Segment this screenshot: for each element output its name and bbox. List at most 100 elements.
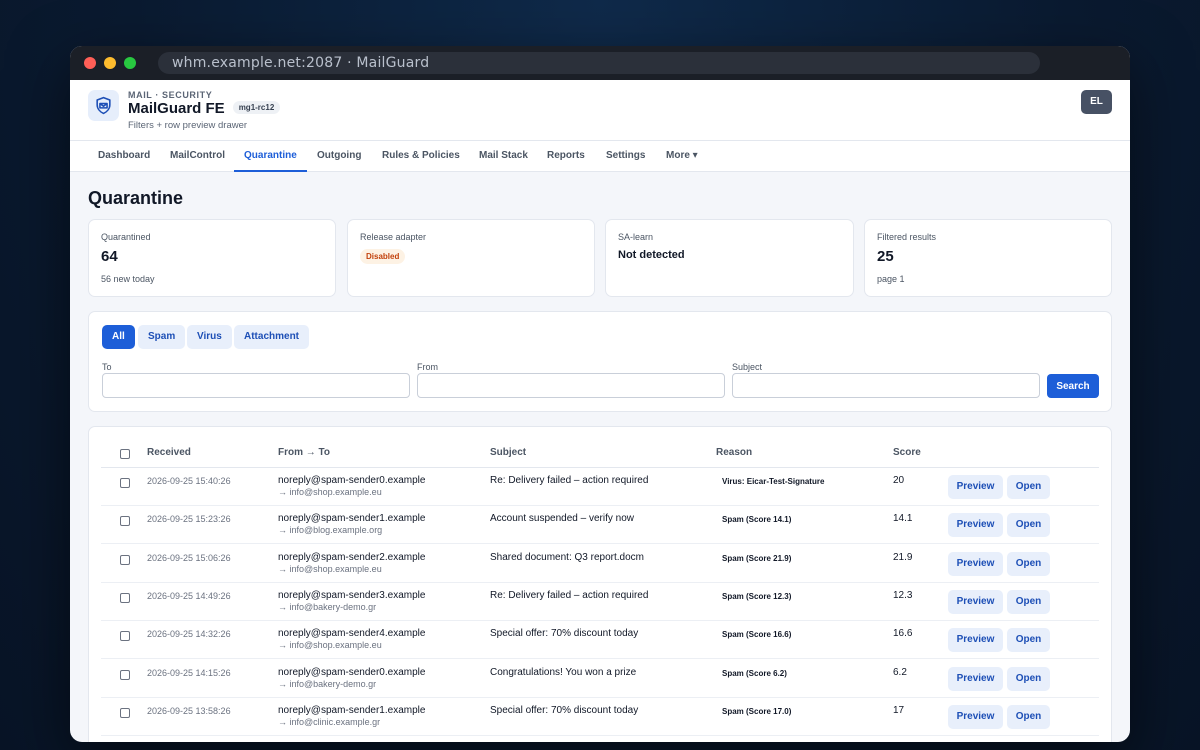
- from-label: From: [417, 362, 438, 372]
- open-button[interactable]: Open: [1007, 589, 1050, 614]
- version-badge: mg1-rc12: [232, 101, 281, 114]
- column-received[interactable]: Received: [147, 447, 191, 458]
- minimize-window-button[interactable]: [104, 57, 116, 69]
- nav-outgoing[interactable]: Outgoing: [307, 141, 371, 172]
- table-row[interactable]: 2026-09-25 14:15:26 noreply@spam-sender0.…: [89, 660, 1111, 698]
- row-divider: [101, 734, 1099, 736]
- preview-button[interactable]: Preview: [948, 704, 1003, 729]
- row-checkbox[interactable]: [120, 554, 130, 565]
- preview-button[interactable]: Preview: [948, 666, 1003, 691]
- nav-more[interactable]: More ▾: [656, 141, 708, 172]
- email-subject: Re: Delivery failed – action required: [490, 589, 649, 601]
- nav-settings[interactable]: Settings: [596, 141, 655, 172]
- quarantine-table: Received From → To Subject Reason Score …: [88, 426, 1112, 742]
- sender-address: noreply@spam-sender4.example: [278, 628, 426, 640]
- spam-score: 16.6: [893, 628, 913, 640]
- card-release-adapter: Release adapter Disabled: [347, 219, 595, 297]
- brand-subtitle: Filters + row preview drawer: [128, 120, 248, 131]
- open-button[interactable]: Open: [1007, 704, 1050, 729]
- preview-button[interactable]: Preview: [948, 589, 1003, 614]
- card-value: 25: [877, 248, 894, 265]
- recipient-address: → info@blog.example.org: [278, 525, 383, 536]
- table-row[interactable]: 2026-09-25 13:58:26 noreply@spam-sender1.…: [89, 698, 1111, 736]
- table-row[interactable]: 2026-09-25 15:23:26 noreply@spam-sender1.…: [89, 506, 1111, 545]
- recipient-address: → info@clinic.example.gr: [278, 716, 381, 727]
- address-bar[interactable]: whm.example.net:2087 · MailGuard: [158, 52, 1040, 74]
- shield-mail-icon: [88, 90, 119, 121]
- row-checkbox[interactable]: [120, 707, 130, 718]
- select-all-checkbox[interactable]: [120, 449, 130, 459]
- received-time: 2026-09-25 13:58:26: [147, 705, 231, 716]
- maximize-window-button[interactable]: [124, 57, 136, 69]
- recipient-address: → info@bakery-demo.gr: [278, 601, 377, 612]
- received-time: 2026-09-25 14:15:26: [147, 667, 231, 678]
- preview-button[interactable]: Preview: [948, 551, 1003, 576]
- window-titlebar: whm.example.net:2087 · MailGuard: [70, 46, 1130, 80]
- email-subject: Re: Delivery failed – action required: [490, 475, 649, 486]
- chip-virus[interactable]: Virus: [187, 325, 232, 349]
- table-row[interactable]: 2026-09-25 15:40:26 noreply@spam-sender0.…: [89, 468, 1111, 506]
- row-checkbox[interactable]: [120, 478, 130, 488]
- close-window-button[interactable]: [84, 57, 96, 69]
- row-checkbox[interactable]: [120, 592, 130, 603]
- open-button[interactable]: Open: [1007, 551, 1050, 576]
- open-button[interactable]: Open: [1007, 666, 1050, 691]
- open-button[interactable]: Open: [1007, 475, 1050, 499]
- nav-reports[interactable]: Reports: [537, 141, 595, 172]
- preview-button[interactable]: Preview: [948, 475, 1003, 499]
- nav-mail-stack[interactable]: Mail Stack: [469, 141, 538, 172]
- chip-attachment[interactable]: Attachment: [234, 325, 310, 349]
- to-input[interactable]: [102, 373, 410, 398]
- column-score[interactable]: Score: [893, 447, 921, 458]
- row-checkbox[interactable]: [120, 516, 130, 527]
- spam-score: 14.1: [893, 513, 913, 525]
- chip-all[interactable]: All: [102, 325, 135, 349]
- preview-button[interactable]: Preview: [948, 513, 1003, 538]
- card-filtered-results: Filtered results 25 page 1: [864, 219, 1112, 297]
- recipient-address: → info@bakery-demo.gr: [278, 678, 377, 689]
- open-button[interactable]: Open: [1007, 513, 1050, 538]
- received-time: 2026-09-25 14:32:26: [147, 629, 231, 640]
- column-from-to[interactable]: From → To: [278, 447, 330, 458]
- spam-score: 6.2: [893, 666, 907, 678]
- card-label: SA-learn: [618, 232, 654, 242]
- preview-button[interactable]: Preview: [948, 628, 1003, 653]
- card-quarantined: Quarantined 64 56 new today: [88, 219, 336, 297]
- spam-score: 12.3: [893, 589, 913, 601]
- spam-score: 21.9: [893, 551, 913, 563]
- row-checkbox[interactable]: [120, 669, 130, 680]
- quarantine-reason: Spam (Score 21.9): [722, 553, 792, 563]
- user-avatar[interactable]: EL: [1081, 90, 1112, 114]
- nav-rules-policies[interactable]: Rules & Policies: [372, 141, 470, 172]
- from-input[interactable]: [417, 373, 725, 398]
- subject-input[interactable]: [732, 373, 1040, 398]
- received-time: 2026-09-25 15:40:26: [147, 476, 231, 486]
- quarantine-reason: Spam (Score 16.6): [722, 630, 792, 640]
- email-subject: Special offer: 70% discount today: [490, 628, 639, 640]
- card-value: Not detected: [618, 249, 685, 261]
- app-header: MAIL · SECURITY MailGuard FE mg1-rc12 Fil…: [70, 80, 1130, 141]
- brand-kicker: MAIL · SECURITY: [128, 90, 213, 100]
- column-reason[interactable]: Reason: [716, 447, 752, 458]
- nav-dashboard[interactable]: Dashboard: [88, 141, 160, 172]
- quarantine-reason: Spam (Score 17.0): [722, 706, 792, 716]
- chip-spam[interactable]: Spam: [138, 325, 186, 349]
- table-row[interactable]: 2026-09-25 14:49:26 noreply@spam-sender3.…: [89, 583, 1111, 621]
- quarantine-reason: Spam (Score 6.2): [722, 668, 787, 678]
- sender-address: noreply@spam-sender2.example: [278, 551, 426, 563]
- recipient-address: → info@shop.example.eu: [278, 640, 382, 651]
- main-nav: Dashboard MailControl Quarantine Outgoin…: [70, 141, 1130, 172]
- table-row[interactable]: 2026-09-25 14:32:26 noreply@spam-sender4.…: [89, 621, 1111, 660]
- open-button[interactable]: Open: [1007, 628, 1050, 653]
- recipient-address: → info@shop.example.eu: [278, 563, 382, 574]
- nav-mailcontrol[interactable]: MailControl: [160, 141, 235, 172]
- row-checkbox[interactable]: [120, 631, 130, 642]
- column-subject[interactable]: Subject: [490, 447, 526, 458]
- quarantine-reason: Spam (Score 14.1): [722, 515, 792, 525]
- received-time: 2026-09-25 14:49:26: [147, 590, 231, 601]
- browser-window: whm.example.net:2087 · MailGuard MAIL · …: [70, 46, 1130, 742]
- email-subject: Congratulations! You won a prize: [490, 666, 637, 678]
- table-row[interactable]: 2026-09-25 15:06:26 noreply@spam-sender2.…: [89, 545, 1111, 583]
- nav-quarantine[interactable]: Quarantine: [234, 141, 307, 172]
- search-button[interactable]: Search: [1047, 374, 1099, 398]
